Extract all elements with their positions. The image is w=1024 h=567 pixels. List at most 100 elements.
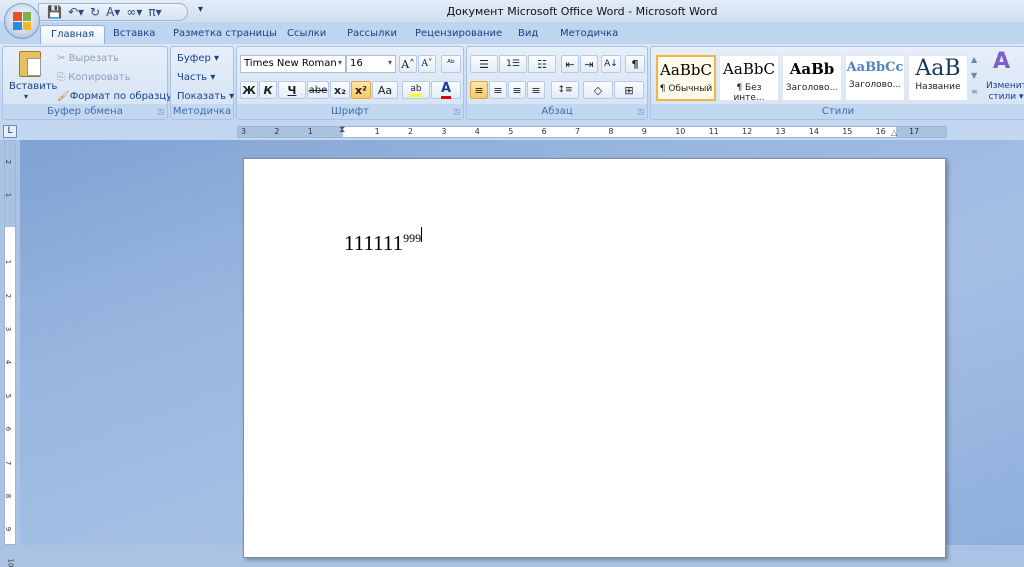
ruler-number: 11 xyxy=(708,127,719,136)
format-painter-button[interactable]: 🖌Формат по образцу xyxy=(57,91,172,102)
styles-more-button[interactable]: ≡ xyxy=(971,87,978,96)
font-group: Times New Roman ▾ 16 ▾ A˄ A˅ ᴬᵇ Ж К Ч abe … xyxy=(236,46,464,120)
font-size-value: 16 xyxy=(350,58,363,69)
tab-2[interactable]: Вставка xyxy=(113,25,155,44)
font-color-button[interactable]: A xyxy=(431,81,461,99)
text-cursor xyxy=(421,227,423,242)
tab-3[interactable]: Разметка страницы xyxy=(173,25,277,44)
document-page[interactable]: 111111999 xyxy=(243,158,946,558)
customize-qat-button[interactable]: ▾ xyxy=(198,4,203,15)
paste-button[interactable]: Вставить xyxy=(9,81,57,92)
infinity-icon[interactable]: ∞▾ xyxy=(126,5,142,19)
vertical-ruler[interactable]: 2 1 1 2 3 4 5 6 7 8 9 10 xyxy=(4,140,16,567)
style-sample: AaBbC xyxy=(660,61,712,79)
paste-icon xyxy=(19,51,41,77)
justify-button[interactable]: ≡ xyxy=(527,81,545,99)
ruler-number: 4 xyxy=(4,360,13,365)
save-icon[interactable]: 💾 xyxy=(47,5,62,19)
grow-font-button[interactable]: A˄ xyxy=(399,55,417,73)
show-marks-button[interactable]: ¶ xyxy=(625,55,645,73)
change-case-button[interactable]: Aa xyxy=(372,81,398,99)
align-right-button[interactable]: ≡ xyxy=(508,81,526,99)
ruler-number: 5 xyxy=(508,127,514,136)
highlight-button[interactable]: ab xyxy=(402,81,430,99)
paste-dropdown-icon[interactable]: ▾ xyxy=(24,92,28,101)
tab-7[interactable]: Вид xyxy=(518,25,538,44)
sort-button[interactable]: A↓ xyxy=(601,55,621,73)
dialog-launcher-icon[interactable]: ◳ xyxy=(637,108,644,116)
copy-button[interactable]: ⎘ Копировать xyxy=(57,72,131,83)
italic-button[interactable]: К xyxy=(259,81,277,99)
ruler-number: 6 xyxy=(541,127,547,136)
pi-icon[interactable]: π▾ xyxy=(148,5,161,19)
tab-8[interactable]: Методичка xyxy=(560,25,618,44)
increase-indent-button[interactable]: ⇥ xyxy=(580,55,598,73)
style-name: ¶ Обычный xyxy=(659,84,713,94)
bufer-menu[interactable]: Буфер ▾ xyxy=(177,53,219,64)
strikethrough-button[interactable]: abe xyxy=(307,81,329,99)
style-item[interactable]: AaBbC ¶ Обычный xyxy=(656,55,716,101)
font-color-icon: A xyxy=(440,81,452,99)
change-styles-button[interactable]: Изменить стили ▾ xyxy=(986,81,1024,103)
office-button[interactable] xyxy=(4,3,40,39)
ruler-number: 2 xyxy=(4,159,13,165)
indent-marker-icon[interactable]: ⧗ xyxy=(339,125,345,135)
ruler-number: 16 xyxy=(875,127,886,136)
bullets-button[interactable]: ☰ xyxy=(470,55,498,73)
ruler-number: 17 xyxy=(909,127,920,136)
dialog-launcher-icon[interactable]: ◳ xyxy=(453,108,460,116)
ruler-number: 6 xyxy=(4,426,13,432)
bold-button[interactable]: Ж xyxy=(240,81,258,99)
shading-button[interactable]: ◇ xyxy=(583,81,613,99)
cut-button[interactable]: ✂ Вырезать xyxy=(57,53,119,64)
pokazat-menu[interactable]: Показать ▾ xyxy=(177,91,234,102)
chast-menu[interactable]: Часть ▾ xyxy=(177,72,215,83)
style-name: ¶ Без инте... xyxy=(733,83,765,103)
tab-4[interactable]: Ссылки xyxy=(287,25,326,44)
subscript-button[interactable]: x₂ xyxy=(330,81,350,99)
decrease-indent-button[interactable]: ⇤ xyxy=(561,55,579,73)
right-indent-marker-icon[interactable]: △ xyxy=(891,128,897,137)
styles-scroll-down-button[interactable]: ▼ xyxy=(971,71,977,80)
tab-5[interactable]: Рассылки xyxy=(347,25,397,44)
line-spacing-button[interactable]: ↕≡ xyxy=(551,81,579,99)
ruler-number: 1 xyxy=(4,193,13,198)
left-margin-area xyxy=(238,127,343,137)
superscript-button[interactable]: x² xyxy=(351,81,371,99)
tab-selector-button[interactable]: L xyxy=(3,125,17,138)
align-left-button[interactable]: ≡ xyxy=(470,81,488,99)
ruler-number: 3 xyxy=(4,326,13,332)
ruler-number: 12 xyxy=(742,127,753,136)
dialog-launcher-icon[interactable]: ◳ xyxy=(157,108,164,116)
numbering-button[interactable]: 1☰ xyxy=(499,55,527,73)
clipboard-group-label: Буфер обмена xyxy=(3,104,167,119)
font-size-combo[interactable]: 16 ▾ xyxy=(346,55,396,73)
style-sample: AaBbCc xyxy=(846,60,904,75)
ruler-number: 10 xyxy=(6,558,15,567)
superscript-text: 999 xyxy=(403,231,422,245)
align-center-button[interactable]: ≡ xyxy=(489,81,507,99)
chevron-down-icon[interactable]: ▾ xyxy=(388,58,392,67)
document-text[interactable]: 111111999 xyxy=(344,227,423,256)
style-item[interactable]: AaBbC ¶ Без инте... xyxy=(719,55,779,103)
styles-group-label: Стили xyxy=(651,104,1024,119)
ruler-number: 4 xyxy=(474,127,480,136)
redo-icon[interactable]: ↻ xyxy=(90,5,100,19)
chevron-down-icon[interactable]: ▾ xyxy=(338,58,342,67)
style-item[interactable]: AaBbCc Заголово... xyxy=(845,55,905,101)
style-item[interactable]: AaBb Заголово... xyxy=(782,55,842,101)
styles-scroll-up-button[interactable]: ▲ xyxy=(971,55,977,64)
font-icon[interactable]: A▾ xyxy=(106,5,120,19)
undo-icon[interactable]: ↶▾ xyxy=(68,5,84,19)
underline-button[interactable]: Ч xyxy=(278,81,306,99)
multilevel-list-button[interactable]: ☷ xyxy=(528,55,556,73)
horizontal-ruler[interactable]: ⧗ △ 3 2 1 1 2 3 4 5 6 7 8 9 10 11 12 13 14 15 16 17 xyxy=(237,125,947,138)
style-name: Заголово... xyxy=(848,80,902,90)
borders-button[interactable]: ⊞ xyxy=(614,81,644,99)
clear-formatting-button[interactable]: ᴬᵇ xyxy=(441,55,461,73)
tab-1[interactable]: Главная xyxy=(40,25,106,44)
shrink-font-button[interactable]: A˅ xyxy=(418,55,436,73)
style-item[interactable]: AaB Название xyxy=(908,55,968,101)
font-name-combo[interactable]: Times New Roman ▾ xyxy=(240,55,346,73)
tab-6[interactable]: Рецензирование xyxy=(415,25,502,44)
